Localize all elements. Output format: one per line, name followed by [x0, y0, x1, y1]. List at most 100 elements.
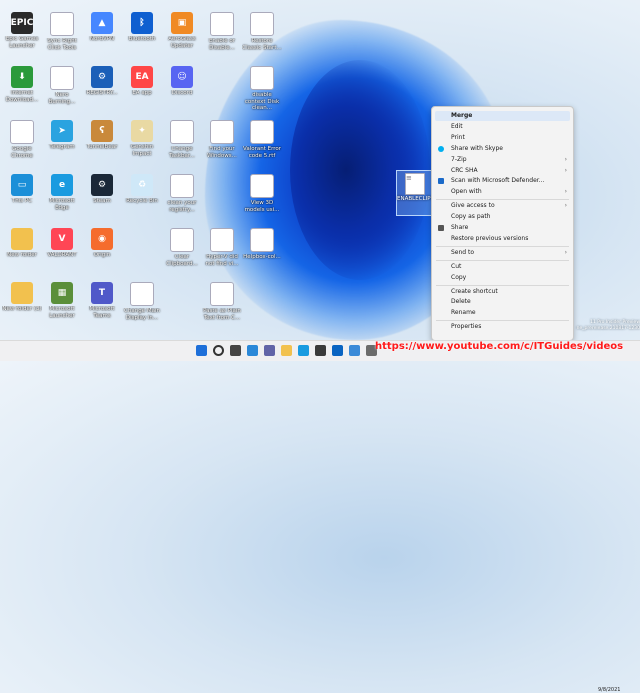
menu-item-restore-previous-versions[interactable]: Restore previous versions	[432, 234, 573, 244]
desktop-icon-label: Change Main Display in...	[124, 308, 160, 321]
menu-item-open-with[interactable]: Open with ›	[432, 187, 573, 197]
desktop-icon[interactable]: New folder (3)	[2, 280, 42, 332]
desktop-icon[interactable]: ➤ Telegram	[42, 118, 82, 170]
menu-item-share[interactable]: Share	[432, 223, 573, 233]
desktop-icon-label: Clear Clipboard...	[166, 254, 198, 267]
widgets-icon[interactable]	[247, 345, 258, 356]
desktop-icon-label: NordVPN	[89, 36, 115, 42]
desktop-icon[interactable]: ≡ Find your Windows...	[202, 118, 242, 170]
chevron-right-icon: ›	[564, 248, 567, 256]
mail-icon[interactable]	[332, 345, 343, 356]
desktop-icon[interactable]: ◉ Nero Burning...	[42, 64, 82, 116]
menu-item-copy-as-path[interactable]: Copy as path	[432, 212, 573, 222]
share-icon	[438, 225, 444, 231]
menu-item-properties[interactable]: Properties	[432, 322, 573, 332]
desktop-icon[interactable]: ◉ Origin	[82, 226, 122, 278]
desktop-icon[interactable]: ☺ Discord	[162, 64, 202, 116]
desktop-icon[interactable]: ✦ Genshin Impact	[122, 118, 162, 170]
desktop-icon[interactable]: ▣ AeroGlass Updater	[162, 10, 202, 62]
desktop-icon-label: Discord	[171, 90, 193, 96]
desktop-icon[interactable]: ≡ Valorant Error code 5.rtf	[242, 118, 282, 170]
desktop-icon[interactable]: T Microsoft Teams	[82, 280, 122, 332]
menu-item-cut[interactable]: Cut	[432, 262, 573, 272]
app-icon: ☺	[171, 66, 193, 88]
desktop-icon[interactable]: ◍ Google Chrome	[2, 118, 42, 170]
desktop-icon[interactable]: ᛒ Bluetooth	[122, 10, 162, 62]
selected-reg-file[interactable]: ≡ ENABLECLIPH...REG	[396, 170, 451, 216]
menu-item-copy[interactable]: Copy	[432, 273, 573, 283]
desktop-icon[interactable]: e Microsoft Edge	[42, 172, 82, 224]
app-icon: ≡	[250, 66, 274, 90]
menu-separator	[436, 199, 569, 201]
desktop-icon[interactable]: ≡ Paste as Plain Text from C...	[202, 280, 242, 332]
menu-item-scan-with-microsoft-defender[interactable]: Scan with Microsoft Defender...	[432, 176, 573, 186]
desktop-icon[interactable]: ≡ disable context Disk clean...	[242, 64, 282, 116]
desktop-icon-label: Nero Burning...	[48, 92, 76, 105]
desktop-icon[interactable]: ≡ Hyper-V did not find vi...	[202, 226, 242, 278]
menu-item-delete[interactable]: Delete	[432, 297, 573, 307]
desktop-icon[interactable]: ≡ View 3D models usi...	[242, 172, 282, 224]
menu-item-rename[interactable]: Rename	[432, 308, 573, 318]
desktop-icon[interactable]: ▭ This PC	[2, 172, 42, 224]
context-menu: Merge Edit Print Share with Skype 7-Zip › CRC …	[431, 106, 574, 341]
chat-icon[interactable]	[264, 345, 275, 356]
edge-icon[interactable]	[298, 345, 309, 356]
desktop-icon[interactable]: ♻ Recycle Bin	[122, 172, 162, 224]
menu-item-share-with-skype[interactable]: Share with Skype	[432, 144, 573, 154]
app-icon: ▦	[250, 228, 274, 252]
desktop-icon[interactable]: ≡ Change Taskbar...	[162, 118, 202, 170]
desktop-icon[interactable]: EPIC Epic Games Launcher	[2, 10, 42, 62]
desktop-icon[interactable]: EA EA app	[122, 64, 162, 116]
desktop-icon-label: Genshin Impact	[130, 144, 154, 157]
menu-item-label: Edit	[451, 122, 463, 130]
menu-item-edit[interactable]: Edit	[432, 122, 573, 132]
desktop-icon[interactable]: ⚙ REGISTRY...	[82, 64, 122, 116]
app-icon: ⚙	[91, 66, 113, 88]
desktop-icon-label: AeroGlass Updater	[168, 36, 196, 49]
menu-separator	[436, 245, 569, 247]
menu-item-merge[interactable]: Merge	[435, 111, 570, 121]
desktop-icon[interactable]: ʕ TunnelBear	[82, 118, 122, 170]
desktop-icon[interactable]: ▦ Microsoft Launcher	[42, 280, 82, 332]
menu-item-send-to[interactable]: Send to ›	[432, 248, 573, 258]
app-icon: ➤	[51, 120, 73, 142]
desktop-icon[interactable]: ≡ Restore Classic Start...	[242, 10, 282, 62]
menu-item-label: Give access to	[451, 202, 495, 210]
windows-icon[interactable]	[196, 345, 207, 356]
menu-item-label: Create shortcut	[451, 287, 498, 295]
menu-item-7-zip[interactable]: 7-Zip ›	[432, 155, 573, 165]
menu-item-crc-sha[interactable]: CRC SHA ›	[432, 166, 573, 176]
desktop-icon[interactable]: ≡ Change Main Display in...	[122, 280, 162, 332]
desktop-icon[interactable]: V VALORANT	[42, 226, 82, 278]
menu-separator	[436, 284, 569, 286]
menu-item-label: CRC SHA	[451, 166, 478, 174]
app-icon: ≡	[250, 174, 274, 198]
desktop-icon[interactable]: ≡ Enable or Disable...	[202, 10, 242, 62]
menu-item-give-access-to[interactable]: Give access to ›	[432, 201, 573, 211]
explorer-icon[interactable]	[281, 345, 292, 356]
desktop-icon-label: Microsoft Launcher	[49, 306, 75, 319]
app-icon: ▦	[51, 282, 73, 304]
desktop-icon[interactable]: ▦ Helpbox-col...	[242, 226, 282, 278]
clock-date[interactable]: 9/8/2021	[598, 687, 620, 693]
menu-item-create-shortcut[interactable]: Create shortcut	[432, 287, 573, 297]
desktop-icon[interactable]: ≡ Clear Clipboard...	[162, 226, 202, 278]
desktop-icon[interactable]: ⬇ Internet Download...	[2, 64, 42, 116]
desktop-icon[interactable]: ⚙ Steam	[82, 172, 122, 224]
task-view-icon[interactable]	[230, 345, 241, 356]
app-icon: EPIC	[11, 12, 33, 34]
desktop-icon[interactable]: ◉ Sync Right Click Tools	[42, 10, 82, 62]
desktop-icon[interactable]: ≡ clean your registry...	[162, 172, 202, 224]
desktop-icon-label: TunnelBear	[86, 144, 118, 150]
search-icon[interactable]	[213, 345, 224, 356]
app-icon: ✦	[131, 120, 153, 142]
desktop-icon[interactable]: ▲ NordVPN	[82, 10, 122, 62]
desktop-icon-label: Find your Windows...	[207, 146, 237, 159]
store-icon[interactable]	[315, 345, 326, 356]
desktop-icon-label: Hyper-V did not find vi...	[205, 254, 239, 267]
desktop-icon-label: clean your registry...	[167, 200, 197, 213]
photos-icon[interactable]	[349, 345, 360, 356]
desktop-icon[interactable]: New folder	[2, 226, 42, 278]
menu-item-print[interactable]: Print	[432, 133, 573, 143]
app-icon: ◉	[91, 228, 113, 250]
